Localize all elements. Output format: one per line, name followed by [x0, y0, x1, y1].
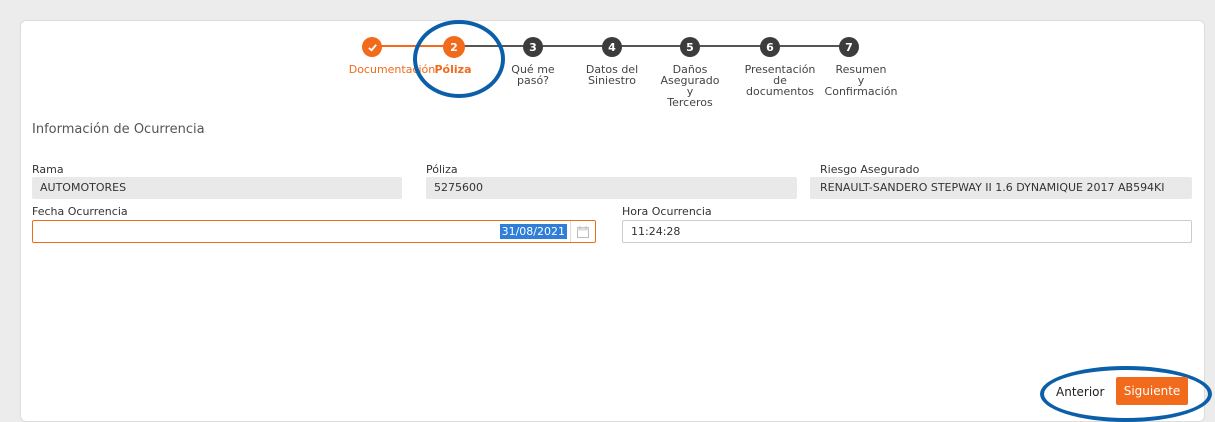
hora-label: Hora Ocurrencia [622, 205, 712, 218]
poliza-label: Póliza [426, 163, 458, 176]
rama-label: Rama [32, 163, 64, 176]
section-title: Información de Ocurrencia [32, 122, 205, 137]
step-5-circle[interactable]: 5 [680, 37, 700, 57]
step-6-label: Presentación de documentos [744, 63, 816, 98]
step-6-circle[interactable]: 6 [760, 37, 780, 57]
step-2-label: Póliza [434, 63, 472, 76]
fecha-input[interactable]: 31/08/2021 [32, 220, 596, 243]
riesgo-label: Riesgo Asegurado [820, 163, 920, 176]
step-1-check-icon[interactable] [362, 37, 382, 57]
step-connector [372, 45, 454, 47]
step-7-label: Resumen y Confirmación [824, 63, 898, 98]
step-1-label: Documentación [348, 63, 436, 76]
wizard-stepper: 2 3 4 5 6 7 Documentación Póliza Qué me … [0, 0, 1215, 125]
calendar-icon[interactable] [570, 221, 595, 242]
step-3-circle[interactable]: 3 [523, 37, 543, 57]
step-5-label: Daños Asegurado y Terceros [660, 63, 720, 109]
rama-field: AUTOMOTORES [32, 177, 402, 199]
hora-input[interactable]: 11:24:28 [622, 220, 1192, 243]
poliza-field: 5275600 [426, 177, 797, 199]
step-4-circle[interactable]: 4 [602, 37, 622, 57]
step-connector [454, 45, 849, 47]
fecha-value[interactable]: 31/08/2021 [499, 224, 567, 239]
next-button[interactable]: Siguiente [1116, 377, 1188, 405]
step-2-circle[interactable]: 2 [443, 36, 465, 58]
riesgo-field: RENAULT-SANDERO STEPWAY II 1.6 DYNAMIQUE… [810, 177, 1192, 199]
step-4-label: Datos del Siniestro [585, 63, 639, 87]
step-3-label: Qué me pasó? [511, 63, 555, 87]
previous-button[interactable]: Anterior [1050, 380, 1110, 404]
step-7-circle[interactable]: 7 [839, 37, 859, 57]
fecha-label: Fecha Ocurrencia [32, 205, 128, 218]
